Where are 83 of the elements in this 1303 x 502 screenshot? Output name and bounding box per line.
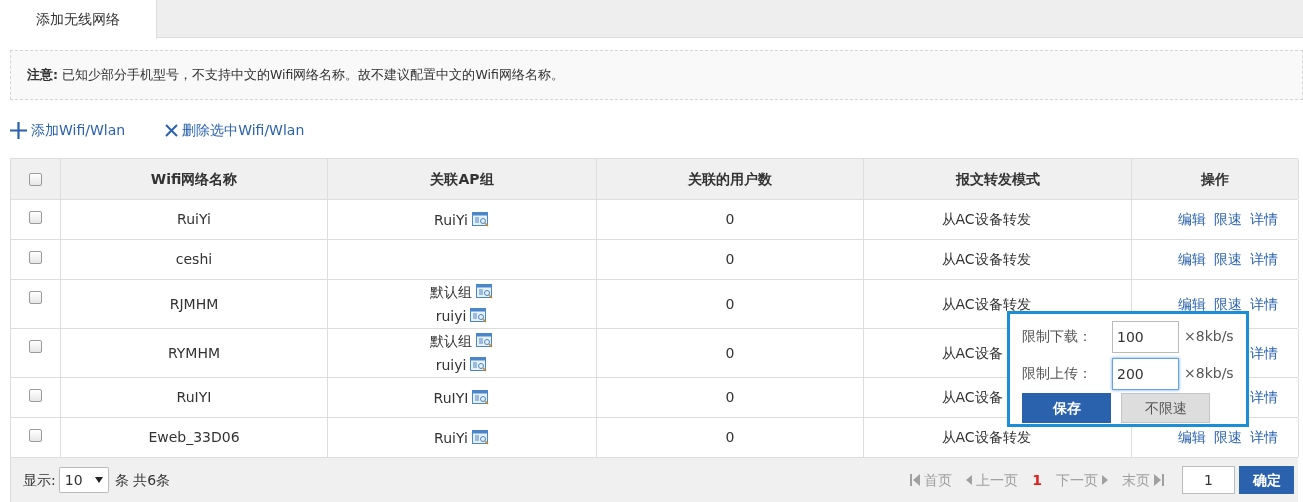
list-search-icon[interactable] xyxy=(476,284,494,300)
checkbox[interactable] xyxy=(29,251,42,264)
page-input[interactable]: 1 xyxy=(1182,466,1235,494)
table-cell-text: 默认组 xyxy=(430,283,472,302)
column-header: 关联的用户数 xyxy=(688,169,772,189)
checkbox[interactable] xyxy=(29,429,42,442)
checkbox[interactable] xyxy=(29,291,42,304)
tab[interactable]: 添加无线网络 xyxy=(0,0,157,39)
table-cell-text: ruiyi xyxy=(435,307,467,326)
list-search-icon[interactable] xyxy=(470,357,489,373)
add-link[interactable]: 添加Wifi/Wlan xyxy=(10,119,126,141)
table-cell-text: 0 xyxy=(725,428,735,447)
unit-label: ×8kb/s xyxy=(1184,327,1234,346)
save-button[interactable]: 保存 xyxy=(1022,393,1111,423)
column-header: 报文转发模式 xyxy=(955,169,1040,189)
action-link[interactable]: 详情 xyxy=(1250,209,1278,230)
table-cell-text: 0 xyxy=(725,210,735,229)
caret-left-icon xyxy=(966,475,973,485)
table-cell-text: 0 xyxy=(725,388,735,407)
notice-text: 注意: 已知少部分手机型号，不支持中文的Wifi网络名称。故不建议配置中文的Wifi网络名称。 xyxy=(27,65,564,84)
column-header: 操作 xyxy=(1201,169,1229,189)
action-link[interactable]: 详情 xyxy=(1250,427,1278,448)
action-link[interactable]: 限速 xyxy=(1214,427,1242,448)
table-cell-text: 0 xyxy=(725,294,735,314)
first-page-icon xyxy=(910,474,921,486)
list-search-icon[interactable] xyxy=(470,308,489,324)
table-cell-text: 0 xyxy=(725,250,735,269)
speed-input[interactable]: 100 xyxy=(1112,320,1179,353)
checkbox[interactable] xyxy=(29,172,42,186)
action-link[interactable]: 限速 xyxy=(1214,293,1242,315)
column-header: Wifi网络名称 xyxy=(150,169,238,189)
delete-link[interactable]: 删除选中Wifi/Wlan xyxy=(165,119,305,141)
action-link[interactable]: 编辑 xyxy=(1178,427,1206,448)
checkbox[interactable] xyxy=(29,211,42,224)
table-cell-text: 从AC设备转发 xyxy=(941,250,1032,269)
table-cell-text: 从AC设备 xyxy=(941,343,1004,363)
table-cell-text: Eweb_33D06 xyxy=(148,428,240,447)
close-icon xyxy=(165,123,179,137)
unit-label: ×8kb/s xyxy=(1184,364,1234,383)
action-link[interactable]: 限速 xyxy=(1214,249,1242,270)
table-cell-text: 从AC设备转发 xyxy=(941,428,1032,447)
table-cell-text: RJMHM xyxy=(169,294,219,314)
column-header: 关联AP组 xyxy=(430,169,494,189)
checkbox[interactable] xyxy=(29,389,42,402)
field-label: 限制上传： xyxy=(1022,364,1093,383)
table-cell-text: 默认组 xyxy=(430,332,472,351)
action-link[interactable]: 编辑 xyxy=(1178,209,1206,230)
table-cell-text: RuiYi xyxy=(434,210,468,230)
action-link[interactable]: 详情 xyxy=(1250,387,1278,408)
current-page: 1 xyxy=(1032,470,1042,490)
list-search-icon[interactable] xyxy=(472,389,491,406)
table-cell-text: RuiYi xyxy=(434,428,468,448)
list-search-icon[interactable] xyxy=(476,333,494,349)
speed-input[interactable]: 200 xyxy=(1112,357,1179,390)
confirm-button[interactable]: 确定 xyxy=(1239,466,1294,494)
total-count: 条 共6条 xyxy=(114,470,171,490)
show-label: 显示: xyxy=(23,470,56,490)
action-link[interactable]: 编辑 xyxy=(1178,293,1206,315)
table-cell-text: 从AC设备 xyxy=(941,388,1004,407)
list-search-icon[interactable] xyxy=(471,429,490,446)
table-cell-text: 从AC设备转发 xyxy=(941,294,1032,314)
table-cell-text: ceshi xyxy=(175,250,213,269)
table-cell-text: 0 xyxy=(725,343,735,363)
dropdown-caret-icon xyxy=(94,477,103,483)
page-size-select[interactable]: 10 xyxy=(58,467,109,493)
table-cell-text: RYMHM xyxy=(167,343,221,363)
table-cell-text: RuIYI xyxy=(176,388,212,407)
table-cell-text: RuiYi xyxy=(177,210,211,229)
action-link[interactable]: 编辑 xyxy=(1178,249,1206,270)
caret-right-icon xyxy=(1102,475,1108,485)
table-cell-text: RuIYI xyxy=(433,388,469,408)
action-link[interactable]: 详情 xyxy=(1250,342,1278,364)
table-cell-text: ruiyi xyxy=(435,356,467,375)
no-limit-button[interactable]: 不限速 xyxy=(1121,393,1210,423)
plus-icon xyxy=(10,121,27,139)
last-page-icon xyxy=(1154,474,1164,486)
action-link[interactable]: 详情 xyxy=(1250,249,1278,270)
field-label: 限制下载： xyxy=(1022,327,1093,346)
list-search-icon[interactable] xyxy=(471,211,490,228)
checkbox[interactable] xyxy=(29,340,42,353)
table-cell-text: 从AC设备转发 xyxy=(941,210,1032,229)
action-link[interactable]: 限速 xyxy=(1214,209,1242,230)
action-link[interactable]: 详情 xyxy=(1250,293,1278,315)
